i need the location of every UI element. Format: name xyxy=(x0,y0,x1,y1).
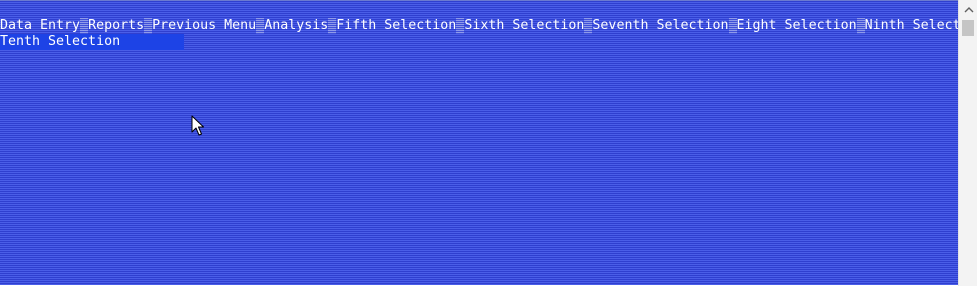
menu-item-data-entry[interactable]: Data Entry xyxy=(0,18,80,34)
vertical-scrollbar[interactable] xyxy=(958,0,977,286)
scroll-thumb[interactable] xyxy=(962,20,974,36)
menu-separator xyxy=(256,18,265,34)
mouse-pointer-icon xyxy=(191,115,205,137)
chevron-up-icon xyxy=(964,1,974,19)
menu-item-eight-selection[interactable]: Eight Selection xyxy=(737,18,857,34)
menu-separator xyxy=(328,18,337,34)
terminal-screen[interactable]: Data Entry Reports Previous Menu Analysis Fi… xyxy=(0,0,958,285)
menu-item-sixth-selection[interactable]: Sixth Selection xyxy=(464,18,584,34)
menu-separator xyxy=(144,18,153,34)
menu-separator xyxy=(584,18,593,34)
menu-item-reports[interactable]: Reports xyxy=(88,18,144,34)
menu-separator xyxy=(456,18,465,34)
menu-item-ninth-selection[interactable]: Ninth Select xyxy=(865,18,958,34)
terminal-window: Data Entry Reports Previous Menu Analysis Fi… xyxy=(0,0,977,286)
menu-item-previous-menu[interactable]: Previous Menu xyxy=(152,18,256,34)
menu-separator xyxy=(856,18,865,34)
scroll-up-button[interactable] xyxy=(959,0,977,19)
menu-bar-continued: Tenth Selection xyxy=(0,34,185,50)
menu-separator xyxy=(728,18,737,34)
menu-separator xyxy=(80,18,89,34)
menu-item-fifth-selection[interactable]: Fifth Selection xyxy=(336,18,456,34)
menu-bar: Data Entry Reports Previous Menu Analysis Fi… xyxy=(0,18,958,34)
menu-item-analysis[interactable]: Analysis xyxy=(264,18,328,34)
menu-item-tenth-selection[interactable]: Tenth Selection xyxy=(0,34,185,50)
menu-item-seventh-selection[interactable]: Seventh Selection xyxy=(592,18,728,34)
